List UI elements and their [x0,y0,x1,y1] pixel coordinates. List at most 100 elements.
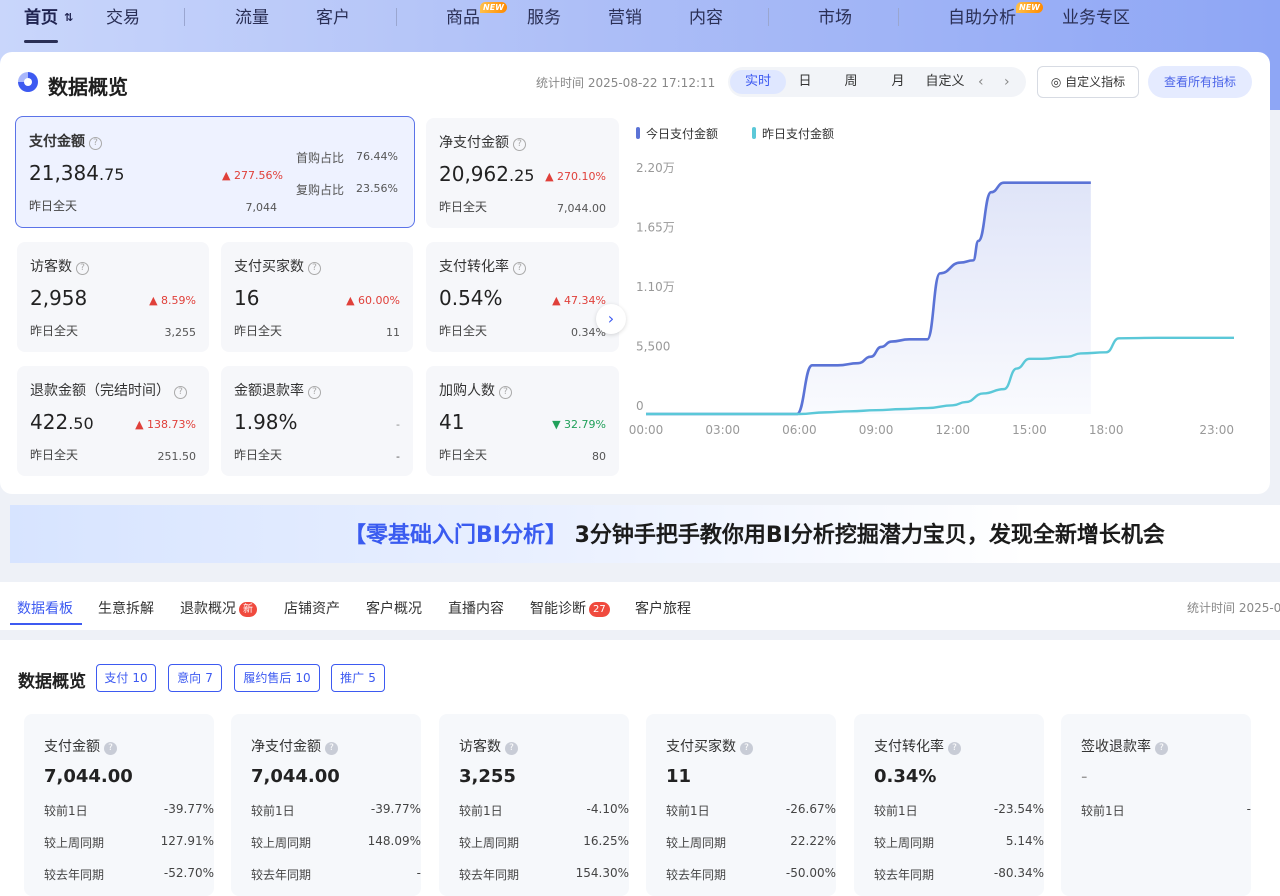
stat-time: 统计时间 2025-0 [1187,601,1280,615]
metric-card-pay-amount[interactable]: 支付金额? 7,044.00 较前1日 -39.77% 较上周同期 127.91% … [24,714,214,896]
compare-row: 较前1日 -4.10% [459,802,629,818]
filter-chip-promotion[interactable]: 推广 5 [331,664,385,692]
x-tick-label: 06:00 [782,423,817,437]
repeat-purchase-label: 复购占比 [296,183,345,197]
metric-label: 访客数? [459,736,518,756]
help-icon[interactable]: ? [104,742,117,755]
tab-customer-overview[interactable]: 客户概况 [366,598,422,618]
help-icon[interactable]: ? [325,742,338,755]
metric-label: 退款金额（完结时间）? [30,380,187,400]
tab-live-content[interactable]: 直播内容 [448,598,504,618]
compare-row: 较去年同期 154.30% [459,866,629,882]
section-tab-bar: 数据看板 生意拆解 退款概况新 店铺资产 客户概况 直播内容 智能诊断 27 客户… [0,582,1280,630]
metric-value: 2,958 [30,286,88,310]
metric-card-pay-amount[interactable]: 支付金额? 21,384.75 ▲ 277.56% 昨日全天 7,044 首购占… [15,116,415,228]
help-icon[interactable]: ? [76,262,89,275]
nav-item-self-analysis[interactable]: 自助分析 NEW [948,2,1043,30]
metric-card-conversion[interactable]: 支付转化率? 0.54% ▲ 47.34% 昨日全天 0.34% [426,242,619,352]
payment-trend-chart: 0 5,500 1.10万 1.65万 2.20万 00:00 03:00 06:00 09:0… [629,161,1234,437]
nav-item-home[interactable]: 首页 ⇅ [24,6,73,30]
metric-card-signed-refund-rate[interactable]: 签收退款率? - 较前1日 - [1061,714,1251,896]
tab-refund-overview[interactable]: 退款概况新 [180,598,257,618]
help-icon[interactable]: ? [1155,742,1168,755]
period-realtime[interactable]: 实时 [730,70,786,94]
metric-label: 支付转化率? [874,736,961,756]
compare-row: 较去年同期 -50.00% [666,866,836,882]
nav-item-service[interactable]: 服务 [527,6,561,30]
promo-banner[interactable]: 【零基础入门BI分析】 3分钟手把手教你用BI分析挖掘潜力宝贝，发现全新增长机会 [10,505,1280,563]
help-icon[interactable]: ? [174,386,187,399]
nav-item-trade[interactable]: 交易 [106,6,140,30]
metric-card-refund-rate[interactable]: 金额退款率? 1.98% - 昨日全天 - [221,366,413,476]
metric-label: 支付金额? [44,736,117,756]
tab-business-breakdown[interactable]: 生意拆解 [98,598,154,618]
nav-item-marketing[interactable]: 营销 [608,6,642,30]
filter-chip-after-sales[interactable]: 履约售后 10 [234,664,320,692]
page-title: 数据概览 [48,75,128,99]
metric-card-buyers[interactable]: 支付买家数? 11 较前1日 -26.67% 较上周同期 22.22% 较去年同期 -… [646,714,836,896]
metric-card-visitors[interactable]: 访客数? 3,255 较前1日 -4.10% 较上周同期 16.25% 较去年同期 1… [439,714,629,896]
nav-item-traffic[interactable]: 流量 [235,6,269,30]
metric-card-visitors[interactable]: 访客数? 2,958 ▲ 8.59% 昨日全天 3,255 [17,242,209,352]
view-all-metrics-button[interactable]: 查看所有指标 [1148,66,1252,98]
new-badge: NEW [480,2,507,13]
metric-card-add-cart[interactable]: 加购人数? 41 ▼ 32.79% 昨日全天 80 [426,366,619,476]
nav-divider [184,8,185,26]
metric-card-buyers[interactable]: 支付买家数? 16 ▲ 60.00% 昨日全天 11 [221,242,413,352]
tab-store-assets[interactable]: 店铺资产 [284,598,340,618]
period-week[interactable]: 周 [836,70,866,94]
metric-change: ▲ 8.59% [149,294,196,307]
nav-divider [768,8,769,26]
yesterday-value: 7,044.00 [557,202,606,215]
nav-divider [898,8,899,26]
help-icon[interactable]: ? [89,137,102,150]
chevron-left-icon[interactable]: ‹ [978,70,984,94]
x-tick-label: 00:00 [629,423,664,437]
help-icon[interactable]: ? [308,386,321,399]
help-icon[interactable]: ? [505,742,518,755]
x-tick-label: 12:00 [935,423,970,437]
nav-item-goods[interactable]: 商品 NEW [446,2,507,30]
yesterday-label: 昨日全天 [234,448,283,462]
period-custom[interactable]: 自定义 [924,70,966,94]
tab-smart-diagnosis[interactable]: 智能诊断 27 [530,598,610,618]
help-icon[interactable]: ? [513,262,526,275]
metric-value: 0.54% [439,286,503,310]
help-icon[interactable]: ? [513,138,526,151]
nav-item-customer[interactable]: 客户 [316,6,350,30]
metric-label: 净支付金额? [439,132,526,152]
metric-value: 3,255 [459,766,516,787]
metric-label: 支付买家数? [666,736,753,756]
yesterday-value: 80 [592,450,606,463]
help-icon[interactable]: ? [948,742,961,755]
filter-chip-pay[interactable]: 支付 10 [96,664,156,692]
help-icon[interactable]: ? [740,742,753,755]
yesterday-value: - [396,450,400,463]
help-icon[interactable]: ? [308,262,321,275]
period-day[interactable]: 日 [790,70,820,94]
tab-dashboard[interactable]: 数据看板 [17,598,73,618]
chevron-right-icon[interactable]: › [1004,70,1010,94]
compare-row: 较前1日 -23.54% [874,802,1044,818]
metric-card-net-pay-amount[interactable]: 净支付金额? 7,044.00 较前1日 -39.77% 较上周同期 148.09%… [231,714,421,896]
nav-item-market[interactable]: 市场 [818,6,852,30]
metric-card-refund-amount[interactable]: 退款金额（完结时间）? 422.50 ▲ 138.73% 昨日全天 251.50 [17,366,209,476]
x-tick-label: 15:00 [1012,423,1047,437]
nav-item-business-zone[interactable]: 业务专区 [1062,6,1130,30]
tab-customer-journey[interactable]: 客户旅程 [635,598,691,618]
chevron-right-icon[interactable]: › [596,304,626,334]
filter-chip-intent[interactable]: 意向 7 [168,664,222,692]
metric-card-conversion[interactable]: 支付转化率? 0.34% 较前1日 -23.54% 较上周同期 5.14% 较去年同… [854,714,1044,896]
yesterday-value: 11 [386,326,400,339]
custom-metric-button[interactable]: ◎ 自定义指标 [1037,66,1139,98]
help-icon[interactable]: ? [499,386,512,399]
nav-item-content[interactable]: 内容 [689,6,723,30]
period-month[interactable]: 月 [883,70,913,94]
yesterday-label: 昨日全天 [30,324,79,338]
compare-row: 较前1日 -39.77% [44,802,214,818]
metric-label: 支付转化率? [439,256,526,276]
metric-card-net-pay-amount[interactable]: 净支付金额? 20,962.25 ▲ 270.10% 昨日全天 7,044.00 [426,118,619,228]
metric-value: 11 [666,766,692,787]
yesterday-label: 昨日全天 [30,448,79,462]
metric-value: 41 [439,410,465,434]
